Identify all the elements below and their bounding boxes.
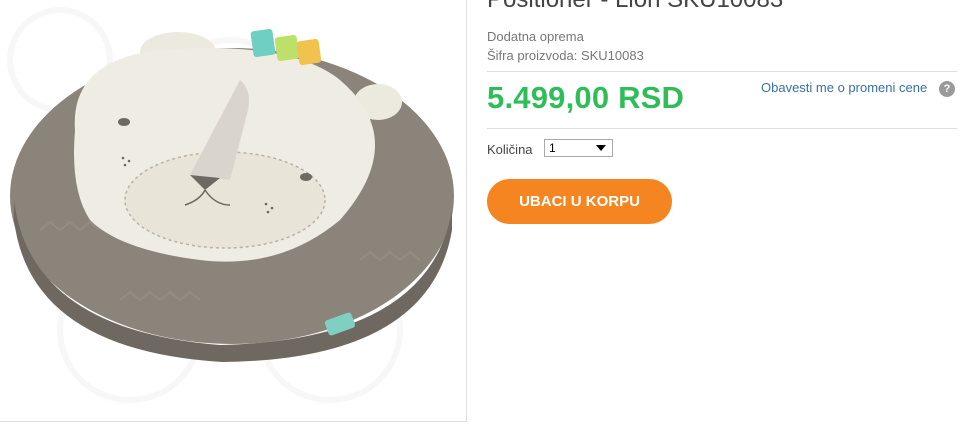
product-category: Dodatna oprema: [487, 29, 584, 44]
divider: [487, 128, 957, 129]
quantity-select[interactable]: 1: [544, 139, 613, 157]
price-notify-link[interactable]: Obavesti me o promeni cene: [761, 80, 927, 95]
quantity-label: Količina: [487, 142, 533, 157]
question-circle-icon[interactable]: ?: [939, 81, 955, 97]
quantity-value: 1: [549, 141, 556, 155]
sku-value: SKU10083: [580, 48, 644, 63]
product-info: Positioner - Lion SKU10083 Dodatna oprem…: [487, 0, 957, 424]
divider: [487, 71, 957, 72]
product-image-panel[interactable]: [0, 0, 467, 422]
sku-label: Šifra proizvoda:: [487, 48, 578, 63]
product-image: [7, 7, 454, 403]
product-price: 5.499,00 RSD: [487, 80, 685, 115]
product-sku: Šifra proizvoda: SKU10083: [487, 48, 644, 63]
product-title-cut: Positioner - Lion SKU10083: [487, 0, 783, 14]
caret-down-icon: [596, 145, 606, 151]
add-to-cart-button[interactable]: UBACI U KORPU: [487, 179, 672, 224]
